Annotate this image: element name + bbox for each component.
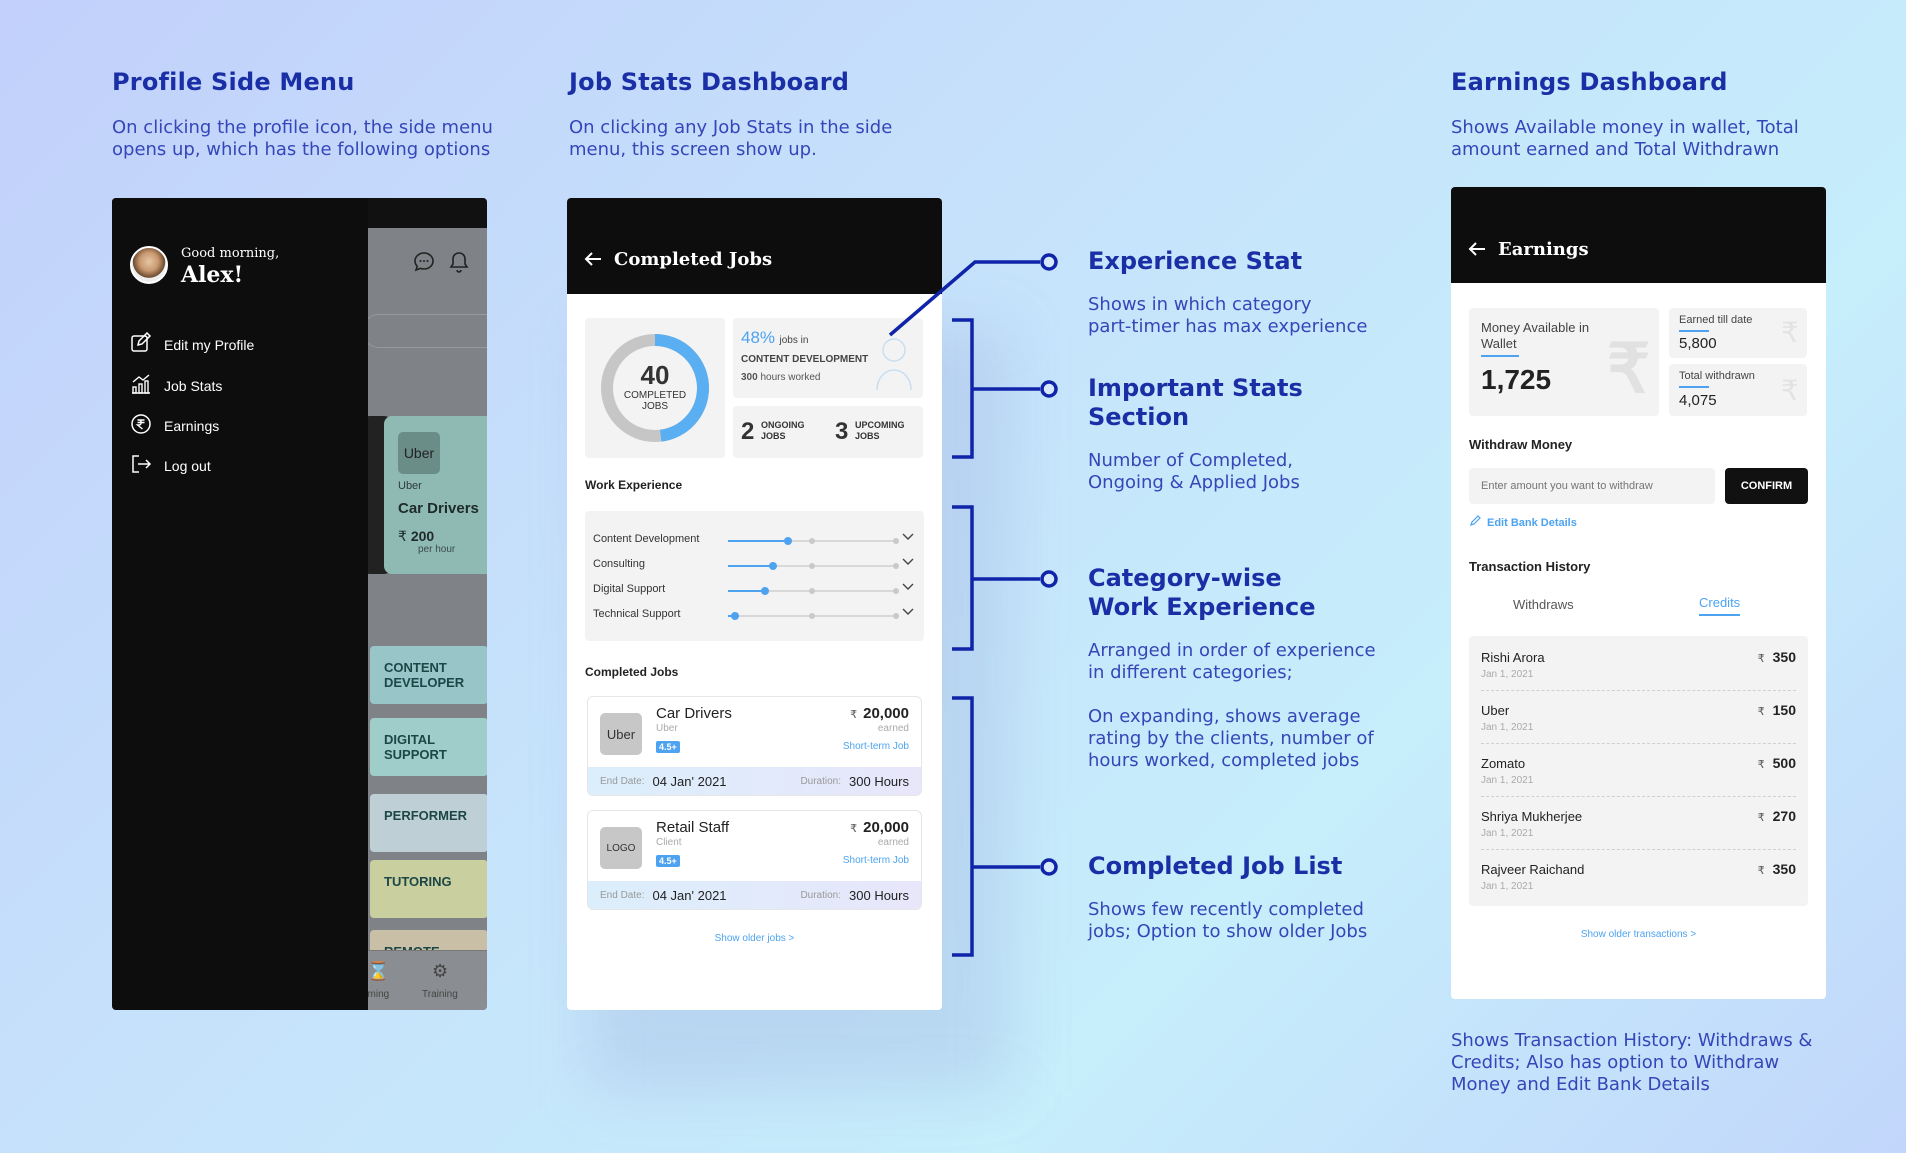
transaction-row[interactable]: Uber Jan 1, 2021 ₹150 xyxy=(1481,691,1796,744)
accent-underline xyxy=(1679,386,1709,388)
withdrawn-label: Total withdrawn xyxy=(1679,370,1755,382)
edit-bank-label: Edit Bank Details xyxy=(1487,517,1577,529)
title-line: Important Stats xyxy=(1088,374,1303,402)
connector-experience xyxy=(888,260,1040,337)
desc-line: Shows in which category xyxy=(1088,294,1312,315)
transaction-date: Jan 1, 2021 xyxy=(1481,669,1534,680)
transaction-date: Jan 1, 2021 xyxy=(1481,881,1534,892)
desc-line: Arranged in order of experience xyxy=(1088,640,1376,661)
transaction-history-title: Transaction History xyxy=(1469,559,1591,574)
transaction-amount: ₹150 xyxy=(1758,702,1796,718)
bracket-important xyxy=(952,318,974,459)
currency-symbol: ₹ xyxy=(1757,759,1765,771)
accent-underline xyxy=(1679,330,1709,332)
connector-dot xyxy=(1040,570,1058,588)
annotation-important-desc: Number of Completed, Ongoing & Applied J… xyxy=(1088,450,1300,494)
bracket-completed xyxy=(952,696,974,957)
desc-line: jobs; Option to show older Jobs xyxy=(1088,921,1368,942)
wallet-label: Money Available in Wallet xyxy=(1481,320,1589,352)
withdrawn-amount: 4,075 xyxy=(1679,392,1717,409)
page-title: Earnings xyxy=(1498,239,1589,260)
transaction-name: Rishi Arora xyxy=(1481,650,1545,665)
desc-line: in different categories; xyxy=(1088,662,1293,683)
confirm-button[interactable]: CONFIRM xyxy=(1725,468,1808,504)
transaction-date: Jan 1, 2021 xyxy=(1481,775,1534,786)
annotation-category-title: Category-wise Work Experience xyxy=(1088,564,1316,622)
withdraw-amount-input[interactable] xyxy=(1469,468,1715,504)
tab-withdraws[interactable]: Withdraws xyxy=(1513,597,1574,612)
desc-line: Shows few recently completed xyxy=(1088,899,1364,920)
label-line: Money Available in xyxy=(1481,320,1590,335)
desc-line: Ongoing & Applied Jobs xyxy=(1088,472,1300,493)
earnings-phone: Earnings Money Available in Wallet 1,725 … xyxy=(1451,187,1826,999)
rupee-watermark-icon: ₹ xyxy=(1607,331,1651,407)
amount-value: 150 xyxy=(1772,702,1796,718)
edit-bank-details-link[interactable]: Edit Bank Details xyxy=(1469,514,1577,532)
currency-symbol: ₹ xyxy=(1757,812,1765,824)
earned-label: Earned till date xyxy=(1679,314,1753,326)
amount-value: 270 xyxy=(1772,808,1796,824)
transaction-list: Rishi Arora Jan 1, 2021 ₹350 Uber Jan 1, 202… xyxy=(1469,636,1808,906)
transaction-row[interactable]: Shriya Mukherjee Jan 1, 2021 ₹270 xyxy=(1481,797,1796,850)
title-line: Work Experience xyxy=(1088,593,1316,621)
rupee-watermark-icon: ₹ xyxy=(1781,375,1799,406)
transaction-row[interactable]: Rajveer Raichand Jan 1, 2021 ₹350 xyxy=(1481,850,1796,903)
transaction-name: Shriya Mukherjee xyxy=(1481,809,1583,824)
annotation-experience-title: Experience Stat xyxy=(1088,247,1303,275)
earnings-header: Earnings xyxy=(1451,187,1826,283)
back-arrow-icon[interactable] xyxy=(1468,241,1486,262)
transaction-amount: ₹270 xyxy=(1758,808,1796,824)
annotation-category-desc: Arranged in order of experience in diffe… xyxy=(1088,640,1376,684)
annotation-experience-desc: Shows in which category part-timer has m… xyxy=(1088,294,1367,338)
currency-symbol: ₹ xyxy=(1757,865,1765,877)
transaction-date: Jan 1, 2021 xyxy=(1481,722,1534,733)
amount-value: 350 xyxy=(1772,861,1796,877)
connector-dot xyxy=(1040,858,1058,876)
withdraw-title: Withdraw Money xyxy=(1469,437,1573,452)
tab-credits[interactable]: Credits xyxy=(1699,595,1741,616)
transaction-name: Zomato xyxy=(1481,756,1526,771)
title-line: Category-wise xyxy=(1088,564,1282,592)
bracket-category xyxy=(952,505,974,651)
withdrawn-card: Total withdrawn 4,075 ₹ xyxy=(1669,364,1807,416)
connector-dot xyxy=(1040,253,1058,271)
earned-card: Earned till date 5,800 ₹ xyxy=(1669,308,1807,358)
transaction-name: Rajveer Raichand xyxy=(1481,862,1585,877)
desc-line: Number of Completed, xyxy=(1088,450,1293,471)
transaction-date: Jan 1, 2021 xyxy=(1481,828,1534,839)
wallet-card: Money Available in Wallet 1,725 ₹ xyxy=(1469,308,1659,416)
accent-underline xyxy=(1481,355,1519,357)
desc-line: hours worked, completed jobs xyxy=(1088,750,1360,771)
desc-line: part-timer has max experience xyxy=(1088,316,1368,337)
connector-dot xyxy=(1040,380,1058,398)
currency-symbol: ₹ xyxy=(1757,653,1765,665)
annotation-category-desc2: On expanding, shows average rating by th… xyxy=(1088,706,1374,772)
currency-symbol: ₹ xyxy=(1757,706,1765,718)
pencil-icon xyxy=(1469,514,1481,532)
transaction-name: Uber xyxy=(1481,703,1510,718)
annotation-important-title: Important Stats Section xyxy=(1088,374,1303,432)
amount-value: 500 xyxy=(1772,755,1796,771)
show-older-transactions-link[interactable]: Show older transactions > xyxy=(1451,929,1826,940)
rupee-watermark-icon: ₹ xyxy=(1781,317,1799,348)
wallet-amount: 1,725 xyxy=(1481,364,1552,395)
transaction-row[interactable]: Rishi Arora Jan 1, 2021 ₹350 xyxy=(1481,638,1796,691)
label-line: Wallet xyxy=(1481,336,1517,351)
transaction-row[interactable]: Zomato Jan 1, 2021 ₹500 xyxy=(1481,744,1796,797)
transaction-amount: ₹350 xyxy=(1758,861,1796,877)
annotation-completed-desc: Shows few recently completed jobs; Optio… xyxy=(1088,899,1367,943)
title-line: Section xyxy=(1088,403,1190,431)
amount-value: 350 xyxy=(1772,649,1796,665)
transaction-amount: ₹350 xyxy=(1758,649,1796,665)
desc-line: rating by the clients, number of xyxy=(1088,728,1374,749)
transaction-amount: ₹500 xyxy=(1758,755,1796,771)
earned-amount: 5,800 xyxy=(1679,335,1717,352)
desc-line: On expanding, shows average xyxy=(1088,706,1361,727)
annotation-completed-title: Completed Job List xyxy=(1088,852,1343,880)
